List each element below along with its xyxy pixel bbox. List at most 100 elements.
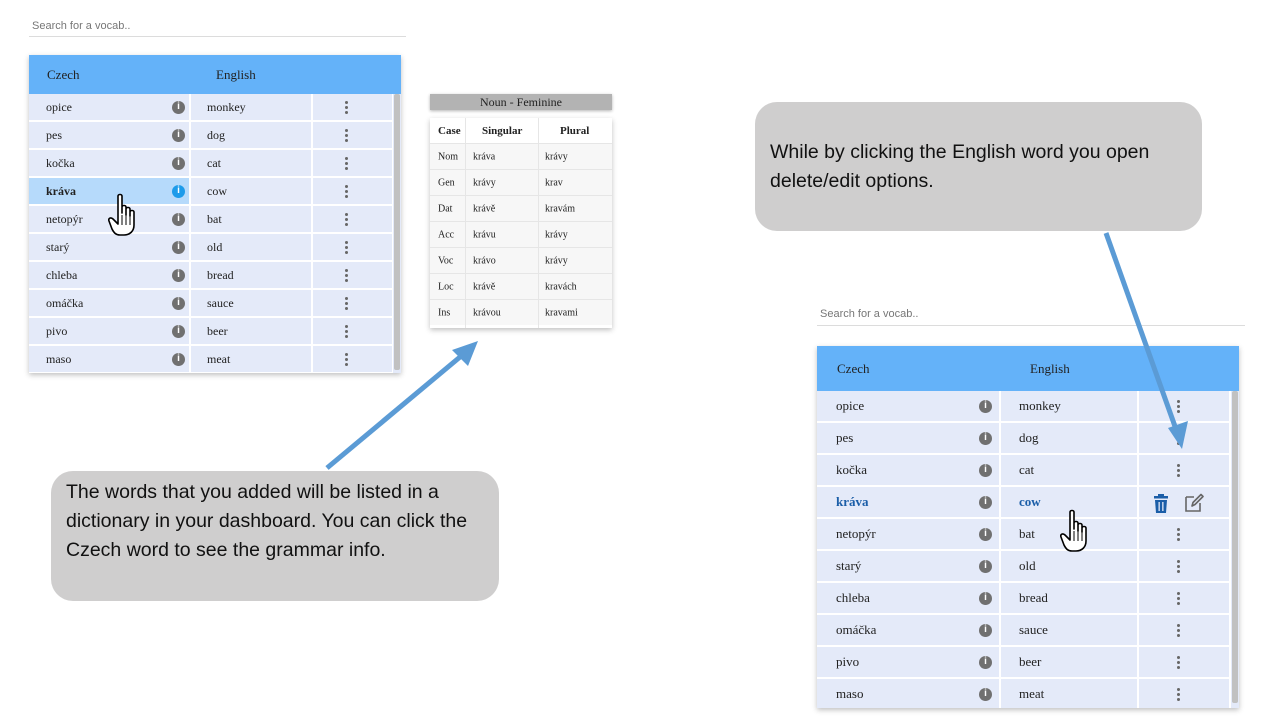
info-icon[interactable]: i <box>979 687 992 701</box>
info-button[interactable]: i <box>979 455 992 485</box>
row-menu-button[interactable] <box>1175 391 1181 421</box>
english-word[interactable]: cow <box>207 178 227 204</box>
kebab-menu-icon[interactable] <box>343 324 349 338</box>
info-icon[interactable]: i <box>979 463 992 477</box>
row-menu-button[interactable] <box>343 262 349 288</box>
kebab-menu-icon[interactable] <box>1175 591 1181 605</box>
kebab-menu-icon[interactable] <box>1175 687 1181 701</box>
row-menu-button[interactable] <box>343 178 349 204</box>
info-icon[interactable]: i <box>172 296 185 310</box>
row-menu-button[interactable] <box>343 150 349 176</box>
info-icon[interactable]: i <box>979 399 992 413</box>
english-word[interactable]: meat <box>207 346 230 372</box>
info-icon[interactable]: i <box>979 559 992 573</box>
row-menu-button[interactable] <box>343 122 349 148</box>
info-button[interactable]: i <box>172 122 185 148</box>
info-icon[interactable]: i <box>172 100 185 114</box>
english-word[interactable]: old <box>207 234 222 260</box>
info-button[interactable]: i <box>979 647 992 677</box>
trash-icon[interactable] <box>1152 494 1170 513</box>
kebab-menu-icon[interactable] <box>1175 527 1181 541</box>
kebab-menu-icon[interactable] <box>343 296 349 310</box>
english-word[interactable]: cat <box>1019 455 1034 485</box>
scrollbar[interactable] <box>1231 391 1239 708</box>
row-menu-button[interactable] <box>1175 647 1181 677</box>
info-button[interactable]: i <box>979 487 992 517</box>
row-menu-button[interactable] <box>1175 615 1181 645</box>
english-word[interactable]: bat <box>207 206 222 232</box>
info-button[interactable]: i <box>979 679 992 708</box>
info-button[interactable]: i <box>172 318 185 344</box>
edit-icon[interactable] <box>1184 493 1204 513</box>
english-word[interactable]: beer <box>1019 647 1041 677</box>
english-word[interactable]: old <box>1019 551 1036 581</box>
row-menu-button[interactable] <box>343 94 349 120</box>
search-input-left[interactable]: Search for a vocab.. <box>29 20 406 37</box>
info-icon[interactable]: i <box>172 268 185 282</box>
info-button[interactable]: i <box>172 234 185 260</box>
info-button[interactable]: i <box>979 423 992 453</box>
info-icon[interactable]: i <box>979 495 992 509</box>
info-button[interactable]: i <box>172 206 185 232</box>
czech-word[interactable]: pivo <box>836 647 859 677</box>
info-icon[interactable]: i <box>979 623 992 637</box>
czech-word[interactable]: chleba <box>46 262 77 288</box>
info-button[interactable]: i <box>979 519 992 549</box>
info-icon[interactable]: i <box>172 128 185 142</box>
english-word[interactable]: monkey <box>1019 391 1061 421</box>
czech-word[interactable]: pivo <box>46 318 67 344</box>
kebab-menu-icon[interactable] <box>343 184 349 198</box>
info-icon[interactable]: i <box>172 352 185 366</box>
czech-word[interactable]: opice <box>836 391 864 421</box>
english-word[interactable]: bread <box>1019 583 1048 613</box>
english-word[interactable]: sauce <box>207 290 234 316</box>
czech-word[interactable]: maso <box>46 346 71 372</box>
czech-word[interactable]: pes <box>46 122 62 148</box>
kebab-menu-icon[interactable] <box>1175 623 1181 637</box>
scrollbar-thumb[interactable] <box>394 94 400 370</box>
english-word[interactable]: beer <box>207 318 228 344</box>
kebab-menu-icon[interactable] <box>343 268 349 282</box>
row-menu-button[interactable] <box>1175 423 1181 453</box>
info-icon[interactable]: i <box>979 591 992 605</box>
row-menu-button[interactable] <box>1175 583 1181 613</box>
czech-word[interactable]: chleba <box>836 583 870 613</box>
czech-word[interactable]: netopýr <box>836 519 876 549</box>
czech-word[interactable]: kráva <box>46 178 76 204</box>
czech-word[interactable]: omáčka <box>836 615 876 645</box>
english-word[interactable]: meat <box>1019 679 1044 708</box>
kebab-menu-icon[interactable] <box>343 128 349 142</box>
czech-word[interactable]: maso <box>836 679 863 708</box>
kebab-menu-icon[interactable] <box>343 212 349 226</box>
scrollbar-thumb[interactable] <box>1232 391 1238 703</box>
row-menu-button[interactable] <box>1175 679 1181 708</box>
kebab-menu-icon[interactable] <box>343 100 349 114</box>
czech-word[interactable]: kočka <box>46 150 75 176</box>
english-word[interactable]: dog <box>1019 423 1039 453</box>
czech-word[interactable]: pes <box>836 423 853 453</box>
english-word[interactable]: bat <box>1019 519 1035 549</box>
info-icon[interactable]: i <box>172 324 185 338</box>
row-menu-button[interactable] <box>1175 519 1181 549</box>
english-word[interactable]: cow <box>1019 487 1041 517</box>
search-input-right[interactable]: Search for a vocab.. <box>817 308 1245 326</box>
english-word[interactable]: dog <box>207 122 225 148</box>
english-word[interactable]: cat <box>207 150 221 176</box>
english-word[interactable]: bread <box>207 262 234 288</box>
czech-word[interactable]: netopýr <box>46 206 83 232</box>
czech-word[interactable]: starý <box>836 551 861 581</box>
kebab-menu-icon[interactable] <box>1175 431 1181 445</box>
kebab-menu-icon[interactable] <box>343 240 349 254</box>
kebab-menu-icon[interactable] <box>343 352 349 366</box>
kebab-menu-icon[interactable] <box>1175 559 1181 573</box>
row-menu-button[interactable] <box>343 346 349 372</box>
info-icon[interactable]: i <box>172 240 185 254</box>
kebab-menu-icon[interactable] <box>1175 463 1181 477</box>
info-icon[interactable]: i <box>979 431 992 445</box>
kebab-menu-icon[interactable] <box>1175 655 1181 669</box>
info-button[interactable]: i <box>172 262 185 288</box>
czech-word[interactable]: kráva <box>836 487 869 517</box>
kebab-menu-icon[interactable] <box>343 156 349 170</box>
info-icon[interactable]: i <box>979 527 992 541</box>
info-button[interactable]: i <box>979 615 992 645</box>
